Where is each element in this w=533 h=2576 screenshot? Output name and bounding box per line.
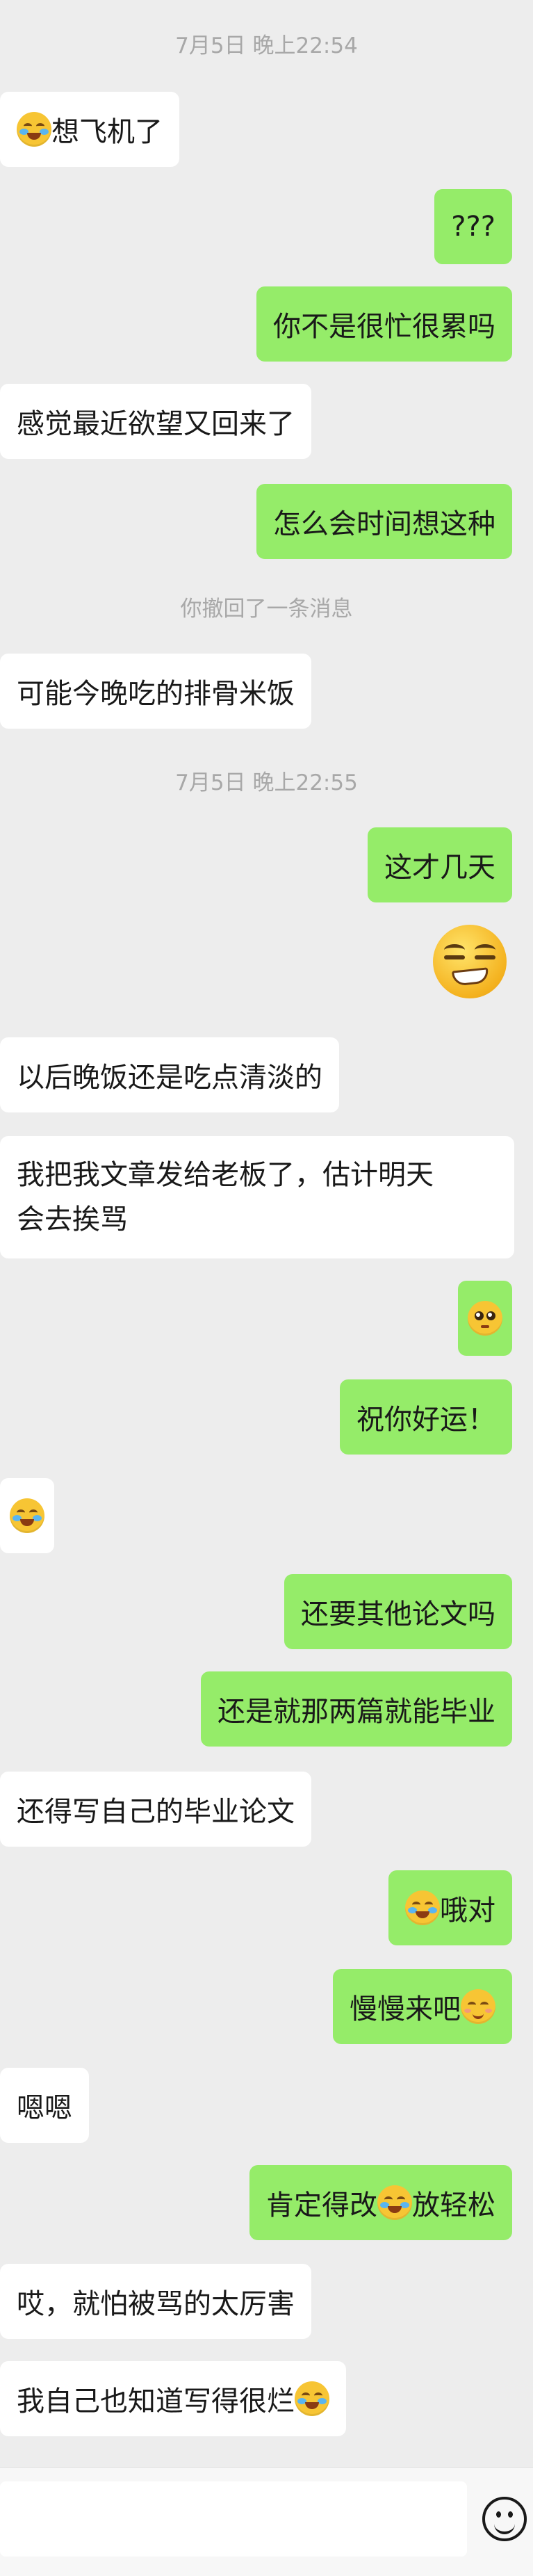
message-text: 还要其他论文吗 [301,1598,495,1630]
message-text: ??? [451,211,495,243]
message-text: 可能今晚吃的排骨米饭 [17,678,295,710]
laugh-cry-emoji-icon [405,1890,440,1925]
message-incoming[interactable]: 可能今晚吃的排骨米饭 [0,654,311,729]
emoji-face-icon[interactable] [482,2497,527,2541]
message-outgoing[interactable]: 怎么会时间想这种 [256,484,512,559]
message-outgoing[interactable]: ??? [434,189,512,264]
message-incoming[interactable]: 我把我文章发给老板了，估计明天 会去挨骂 [0,1136,514,1258]
message-outgoing[interactable]: 祝你好运！ [340,1379,512,1455]
laugh-cry-emoji-icon [295,2381,329,2416]
message-text: 嗯嗯 [17,2092,72,2124]
message-outgoing[interactable]: 哦对 [388,1870,512,1945]
message-text: 怎么会时间想这种 [273,508,495,540]
input-bar [0,2467,533,2576]
message-incoming[interactable]: 我自己也知道写得很烂 [0,2361,346,2436]
message-incoming[interactable] [0,1478,54,1553]
chat-area: 7月5日 晚上22:54 想飞机了 ??? 你不是很忙很累吗 感觉最近欲望又回来… [0,0,533,2467]
message-text: 这才几天 [384,852,495,884]
laugh-cry-emoji-icon [377,2185,412,2220]
message-text: 我自己也知道写得很烂 [17,2385,295,2417]
timestamp: 7月5日 晚上22:55 [175,770,358,795]
message-text: 慢慢来吧 [350,1993,461,2025]
message-text-line: 会去挨骂 [17,1204,128,1236]
message-text: 感觉最近欲望又回来了 [17,408,295,440]
message-text-line: 我把我文章发给老板了，估计明天 [17,1159,434,1191]
message-text: 肯定得改 [266,2189,377,2221]
recall-notice: 你撤回了一条消息 [180,597,353,622]
message-incoming[interactable]: 哎，就怕被骂的太厉害 [0,2264,311,2339]
message-incoming[interactable]: 感觉最近欲望又回来了 [0,384,311,459]
smile-emoji-icon [461,1989,495,2024]
message-text: 放轻松 [412,2189,495,2221]
message-text: 哦对 [440,1895,495,1927]
message-text: 还得写自己的毕业论文 [17,1796,295,1828]
message-text: 你不是很忙很累吗 [273,311,495,343]
message-outgoing[interactable]: 慢慢来吧 [333,1969,512,2044]
message-text: 以后晚饭还是吃点清淡的 [17,1062,322,1094]
message-outgoing[interactable]: 还是就那两篇就能毕业 [201,1671,512,1747]
message-incoming[interactable]: 以后晚饭还是吃点清淡的 [0,1037,339,1112]
laugh-cry-emoji-icon [10,1498,44,1533]
message-input[interactable] [0,2481,467,2557]
message-incoming[interactable]: 还得写自己的毕业论文 [0,1772,311,1847]
message-incoming[interactable]: 嗯嗯 [0,2068,89,2143]
message-incoming[interactable]: 想飞机了 [0,92,179,167]
message-outgoing[interactable] [458,1281,512,1356]
message-text: 祝你好运！ [356,1404,495,1436]
message-outgoing[interactable]: 这才几天 [368,827,512,902]
message-text: 哎，就怕被骂的太厉害 [17,2288,295,2320]
message-text: 还是就那两篇就能毕业 [218,1696,495,1728]
message-text: 想飞机了 [51,116,163,148]
message-outgoing[interactable]: 肯定得改 放轻松 [249,2165,512,2240]
message-outgoing[interactable]: 还要其他论文吗 [284,1574,512,1649]
message-outgoing[interactable]: 你不是很忙很累吗 [256,286,512,362]
pleading-emoji-icon [468,1301,502,1336]
smirk-sticker-icon[interactable] [433,925,507,998]
laugh-cry-emoji-icon [17,112,51,147]
timestamp: 7月5日 晚上22:54 [175,33,358,58]
